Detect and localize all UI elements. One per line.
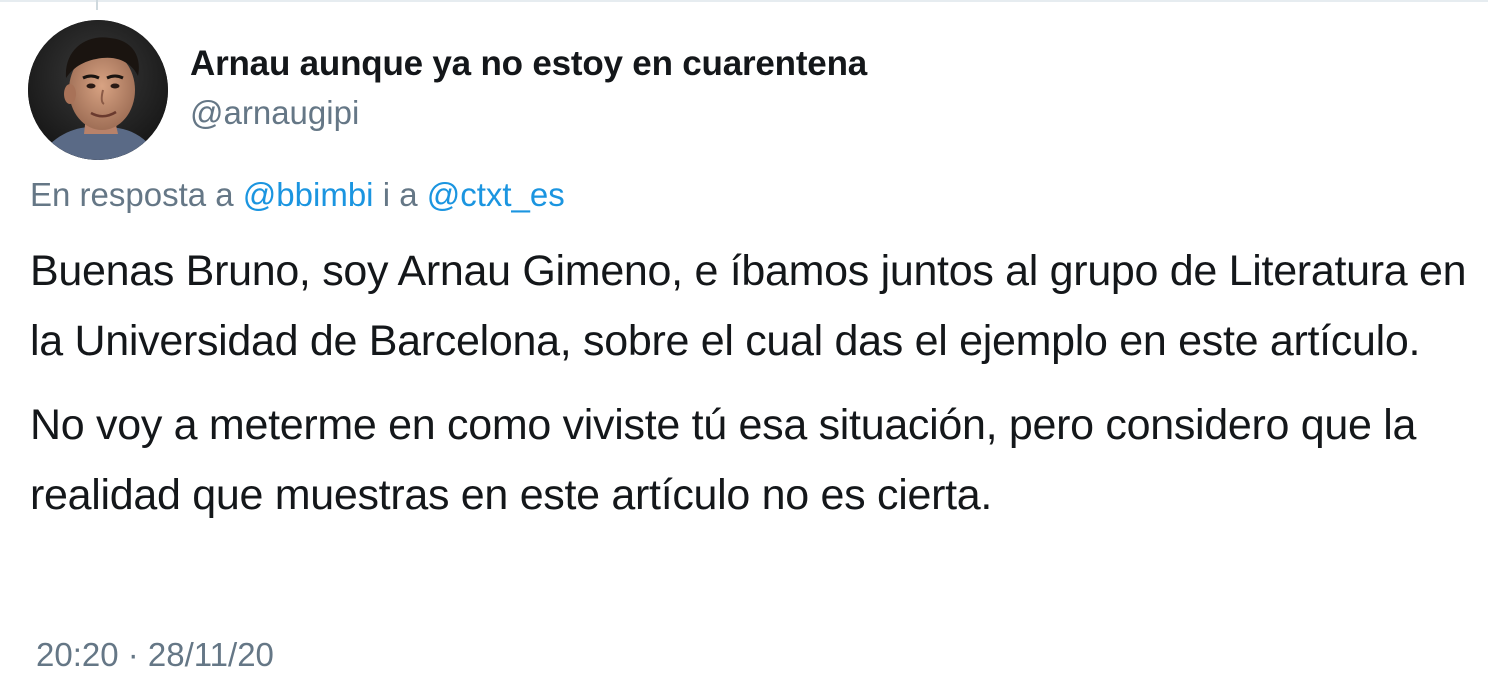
reply-prefix: En resposta a (30, 176, 234, 213)
reply-connector: i a (382, 176, 418, 213)
tweet-card: Arnau aunque ya no estoy en cuarentena @… (0, 0, 1488, 688)
reply-mention-ctxt[interactable]: @ctxt_es (427, 176, 565, 213)
tweet-paragraph: Buenas Bruno, soy Arnau Gimeno, e íbamos… (30, 247, 1467, 365)
author-handle[interactable]: @arnaugipi (190, 94, 359, 132)
author-display-name[interactable]: Arnau aunque ya no estoy en cuarentena (190, 44, 867, 84)
tweet-body: Buenas Bruno, soy Arnau Gimeno, e íbamos… (30, 236, 1470, 530)
avatar[interactable] (28, 20, 168, 160)
profile-photo-icon (28, 20, 168, 160)
tweet-timestamp[interactable]: 20:20 · 28/11/20 (36, 636, 274, 674)
reply-context: En resposta a @bbimbi i a @ctxt_es (30, 176, 565, 214)
tweet-paragraph: No voy a meterme en como viviste tú esa … (30, 401, 1417, 519)
reply-mention-bbimbi[interactable]: @bbimbi (243, 176, 374, 213)
